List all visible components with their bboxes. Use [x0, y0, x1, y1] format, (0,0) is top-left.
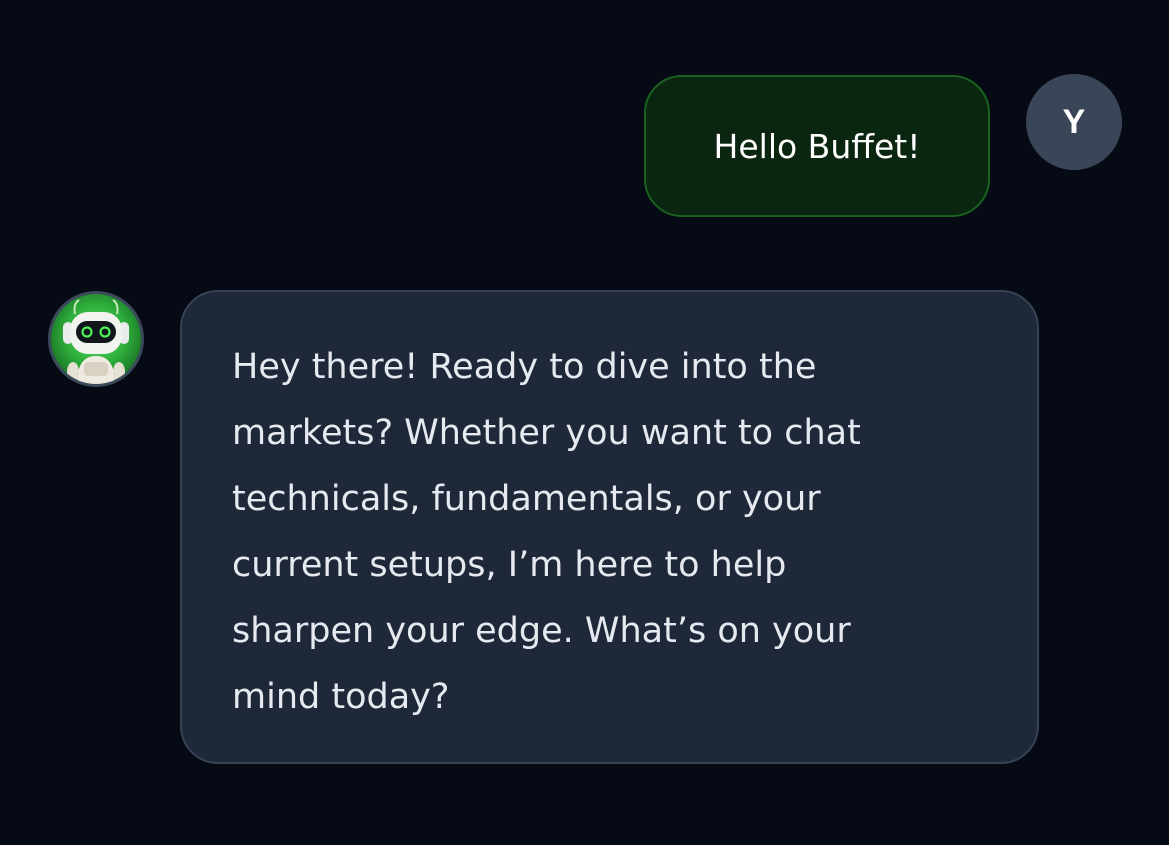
user-message-text: Hello Buffet! [713, 126, 921, 166]
robot-icon [63, 299, 129, 384]
assistant-message-line: mind today? [232, 677, 450, 717]
assistant-message-text: Hey there! Ready to dive into the markets… [232, 334, 987, 730]
assistant-message-line: sharpen your edge. What’s on your [232, 611, 851, 651]
user-avatar[interactable]: Y [1026, 74, 1122, 170]
assistant-message-line: current setups, I’m here to help [232, 545, 787, 585]
user-avatar-initial: Y [1062, 102, 1086, 141]
assistant-message-line: technicals, fundamentals, or your [232, 479, 821, 519]
assistant-message-line: Hey there! Ready to dive into the [232, 347, 817, 387]
chat-thread: Hello Buffet! Y Hey there! Ready to dive… [0, 0, 1169, 845]
assistant-message-bubble: Hey there! Ready to dive into the markets… [180, 290, 1039, 764]
assistant-avatar [48, 291, 144, 387]
assistant-message-line: markets? Whether you want to chat [232, 413, 861, 453]
user-message-bubble: Hello Buffet! [644, 75, 990, 217]
